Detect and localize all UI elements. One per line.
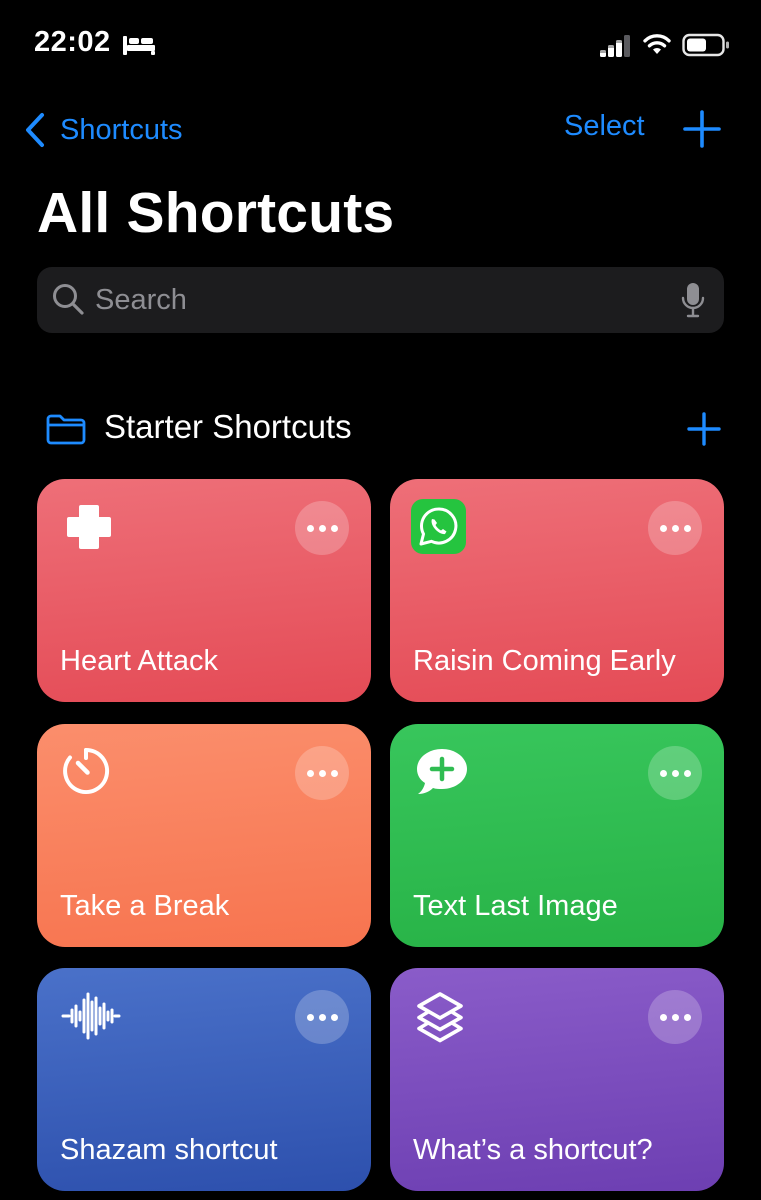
dot	[659, 1013, 667, 1021]
status-bar: 22:02	[0, 0, 761, 90]
dot	[659, 524, 667, 532]
battery-icon	[682, 33, 729, 57]
dot	[683, 769, 691, 777]
dot	[318, 524, 326, 532]
shortcut-card-raisin-coming-early[interactable]: Raisin Coming Early	[390, 479, 724, 702]
waveform-icon	[61, 992, 121, 1040]
shortcut-title: Shazam shortcut	[60, 1134, 278, 1166]
select-button[interactable]: Select	[564, 110, 645, 143]
more-options-button[interactable]	[648, 746, 702, 800]
search-input[interactable]	[95, 267, 655, 333]
section-title: Starter Shortcuts	[104, 408, 352, 445]
back-button-label: Shortcuts	[60, 113, 183, 146]
whatsapp-icon	[411, 499, 466, 554]
dot	[671, 524, 679, 532]
microphone-icon[interactable]	[680, 281, 706, 319]
shortcut-title: What’s a shortcut?	[413, 1134, 653, 1166]
add-shortcut-button[interactable]	[682, 109, 722, 149]
page-title: All Shortcuts	[37, 181, 395, 245]
dot	[318, 1013, 326, 1021]
dot	[306, 1013, 314, 1021]
shortcut-card-take-a-break[interactable]: Take a Break	[37, 724, 371, 947]
dot	[330, 524, 338, 532]
wifi-icon	[643, 34, 671, 54]
shortcut-card-shazam-shortcut[interactable]: Shazam shortcut	[37, 968, 371, 1191]
dot	[683, 524, 691, 532]
shortcut-title: Take a Break	[60, 890, 230, 922]
more-options-button[interactable]	[295, 501, 349, 555]
shortcut-title: Text Last Image	[413, 890, 618, 922]
timer-icon	[63, 747, 110, 794]
dot	[671, 769, 679, 777]
bed-icon	[123, 36, 155, 55]
shortcut-title: Heart Attack	[60, 645, 218, 677]
dot	[671, 1013, 679, 1021]
dot	[683, 1013, 691, 1021]
chevron-left-icon	[26, 113, 44, 147]
more-options-button[interactable]	[295, 746, 349, 800]
more-options-button[interactable]	[648, 501, 702, 555]
dot	[330, 1013, 338, 1021]
search-bar[interactable]	[37, 267, 724, 333]
dot	[330, 769, 338, 777]
more-options-button[interactable]	[295, 990, 349, 1044]
dot	[306, 524, 314, 532]
dot	[659, 769, 667, 777]
back-button[interactable]: Shortcuts	[22, 108, 183, 152]
shortcuts-app-screen: 22:02 Shortcuts Select All Shortcuts Sea…	[0, 0, 761, 1200]
dot	[318, 769, 326, 777]
shortcuts-layers-icon	[417, 992, 463, 1043]
shortcut-card-heart-attack[interactable]: Heart Attack	[37, 479, 371, 702]
medical-cross-icon	[67, 505, 111, 549]
status-time: 22:02	[34, 26, 111, 58]
shortcut-title: Raisin Coming Early	[413, 645, 676, 677]
message-add-icon	[417, 749, 467, 794]
dot	[306, 769, 314, 777]
search-icon	[53, 284, 84, 315]
cellular-signal-icon	[600, 35, 630, 57]
shortcut-card-text-last-image[interactable]: Text Last Image	[390, 724, 724, 947]
shortcut-card-whats-a-shortcut[interactable]: What’s a shortcut?	[390, 968, 724, 1191]
more-options-button[interactable]	[648, 990, 702, 1044]
folder-icon	[46, 414, 86, 445]
add-to-folder-button[interactable]	[686, 411, 722, 447]
